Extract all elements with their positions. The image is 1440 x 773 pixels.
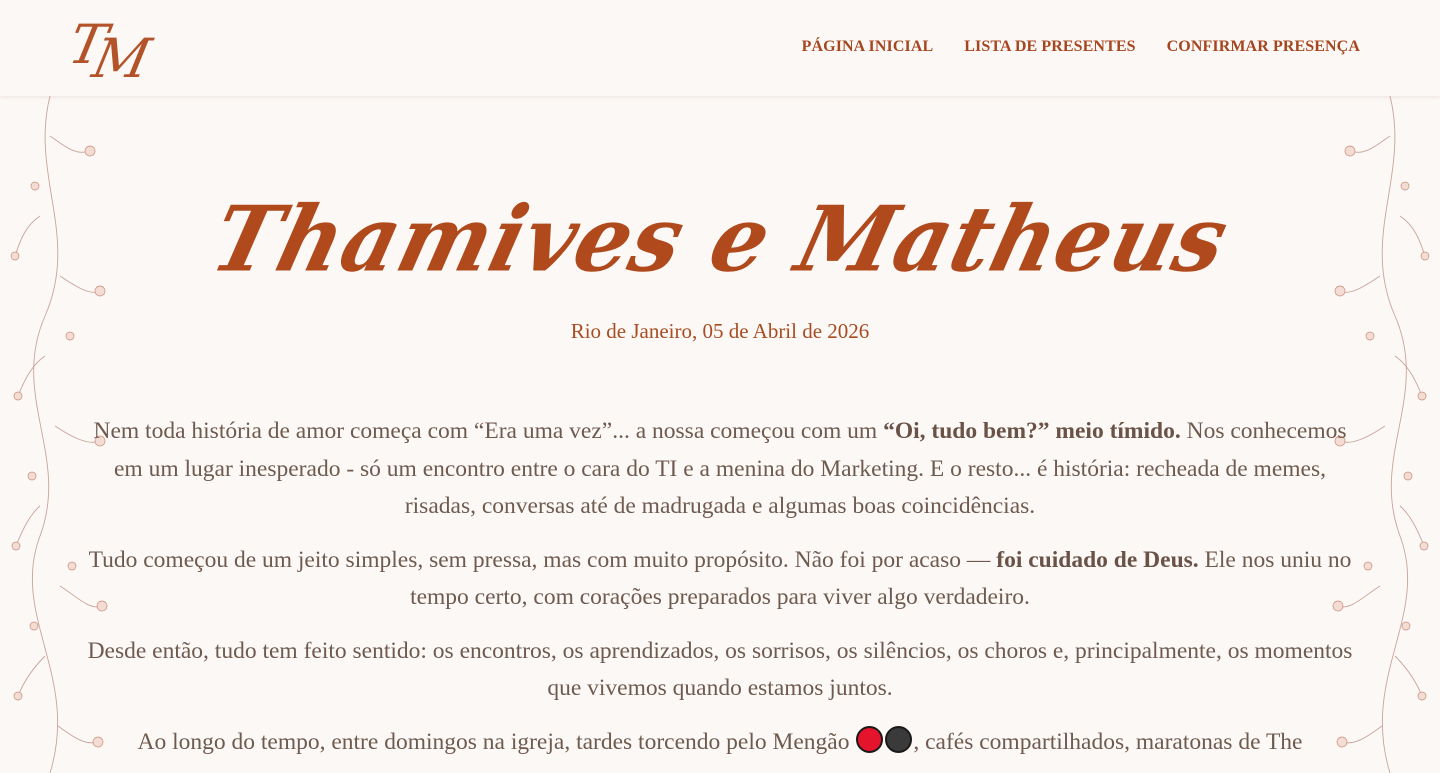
story-paragraph-3: Desde então, tudo tem feito sentido: os … xyxy=(87,637,1353,702)
nav-rsvp-link[interactable]: CONFIRMAR PRESENÇA xyxy=(1167,38,1360,56)
wedding-date-location: Rio de Janeiro, 05 de Abril de 2026 xyxy=(570,319,870,343)
story-text: Ao longo do tempo, entre domingos na igr… xyxy=(137,728,856,755)
flamengo-red-circle-icon xyxy=(856,725,884,753)
couple-names-title: Thamives e Matheus xyxy=(0,170,1440,310)
story-paragraph-2: Tudo começou de um jeito simples, sem pr… xyxy=(80,542,1360,617)
story-highlight: foi cuidado de Deus. xyxy=(996,546,1199,573)
love-story-section: Nem toda história de amor começa com “Er… xyxy=(80,413,1360,773)
main-nav: PÁGINA INICIAL LISTA DE PRESENTES CONFIR… xyxy=(802,38,1360,56)
nav-gift-list-link[interactable]: LISTA DE PRESENTES xyxy=(964,38,1135,56)
story-paragraph-1: Nem toda história de amor começa com “Er… xyxy=(80,413,1360,526)
story-text: Nem toda história de amor começa com “Er… xyxy=(93,418,884,444)
monogram-logo[interactable]: TM xyxy=(63,10,144,90)
story-text: , cafés compartilhados, maratonas de The xyxy=(913,728,1303,755)
nav-home-link[interactable]: PÁGINA INICIAL xyxy=(802,38,934,56)
story-text: Tudo começou de um jeito simples, sem pr… xyxy=(88,546,997,573)
site-header: TM PÁGINA INICIAL LISTA DE PRESENTES CON… xyxy=(0,0,1440,96)
couple-names-text: Thamives e Matheus xyxy=(201,186,1239,293)
story-paragraph-4: Ao longo do tempo, entre domingos na igr… xyxy=(80,724,1360,762)
flamengo-black-circle-icon xyxy=(885,725,913,753)
story-highlight: “Oi, tudo bem?” meio tímido. xyxy=(883,418,1181,444)
